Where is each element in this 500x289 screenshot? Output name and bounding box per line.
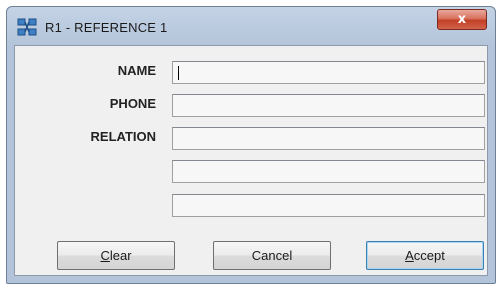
phone-label: PHONE (109, 96, 156, 111)
title-bar[interactable]: R1 - REFERENCE 1 x (7, 7, 495, 45)
accept-button[interactable]: Accept (366, 241, 484, 270)
form-panel: NAME PHONE RELATION Clear Cancel Accept (14, 45, 488, 276)
name-input[interactable] (172, 61, 485, 84)
clear-button[interactable]: Clear (57, 241, 175, 270)
cancel-button[interactable]: Cancel (213, 241, 331, 270)
window-title: R1 - REFERENCE 1 (45, 20, 168, 35)
relation-label: RELATION (90, 129, 156, 144)
relation-input-line-2[interactable] (172, 160, 485, 183)
phone-input[interactable] (172, 94, 485, 117)
name-label: NAME (117, 63, 156, 78)
relation-input-line-1[interactable] (172, 127, 485, 150)
app-network-icon (17, 18, 37, 36)
close-button[interactable]: x (437, 9, 487, 30)
close-icon: x (457, 12, 467, 27)
relation-input-line-3[interactable] (172, 194, 485, 217)
text-caret (178, 66, 179, 80)
dialog-window: R1 - REFERENCE 1 x NAME PHONE RELATION C… (6, 6, 496, 284)
